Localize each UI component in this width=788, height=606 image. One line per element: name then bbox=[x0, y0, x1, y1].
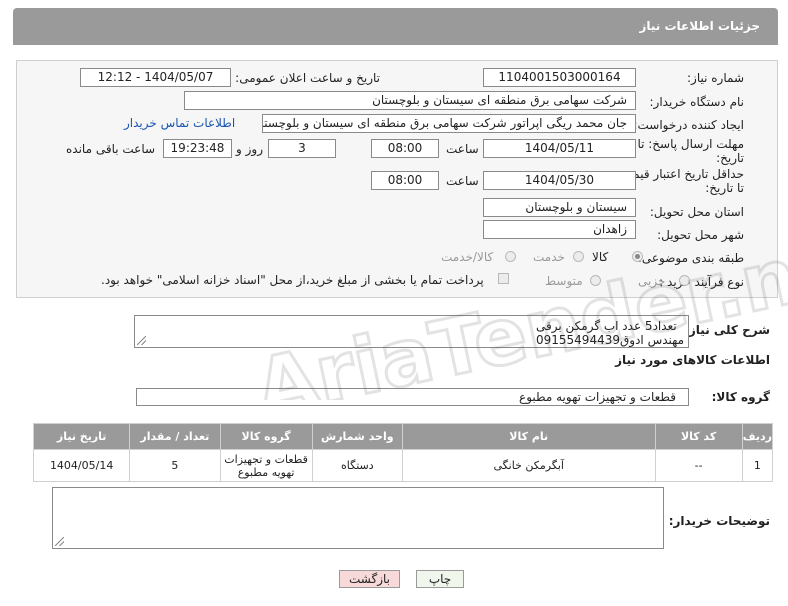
remaining-time-field: 19:23:48 bbox=[163, 139, 232, 158]
city-field: زاهدان bbox=[483, 220, 636, 239]
process-medium-label: متوسط bbox=[545, 274, 583, 288]
cell-qty: 5 bbox=[129, 449, 221, 482]
cell-row: 1 bbox=[741, 449, 774, 482]
category-label: طبقه بندی موضوعی: bbox=[637, 251, 744, 265]
days-label: روز و bbox=[236, 142, 263, 156]
creator-field: جان محمد ریگی اپراتور شرکت سهامی برق منط… bbox=[262, 114, 636, 133]
col-unit: واحد شمارش bbox=[311, 423, 403, 450]
description-line-2: مهندس ادوق09155494439 bbox=[536, 333, 685, 347]
goods-group-field: قطعات و تجهیزات تهویه مطبوع bbox=[136, 388, 689, 406]
category-goods-label: کالا bbox=[592, 250, 609, 264]
category-both-radio[interactable] bbox=[505, 251, 516, 262]
resize-handle-icon[interactable] bbox=[55, 537, 64, 546]
process-medium-radio[interactable] bbox=[590, 275, 601, 286]
process-type-label: نوع فرآیند خرید : bbox=[659, 275, 744, 289]
validity-date-label: تا تاریخ: bbox=[705, 181, 744, 195]
back-button[interactable]: بازگشت bbox=[339, 570, 400, 588]
validity-time-field: 08:00 bbox=[371, 171, 439, 190]
validity-label: حداقل تاریخ اعتبار قیمت: bbox=[617, 167, 744, 181]
print-button[interactable]: چاپ bbox=[416, 570, 464, 588]
process-partial-label: جزیی bbox=[638, 274, 666, 288]
description-box: تعداد5 عدد اب گرمکن برقی مهندس ادوق09155… bbox=[134, 315, 689, 348]
deadline-label: مهلت ارسال پاسخ: تا bbox=[637, 137, 744, 151]
need-number-field: 1104001503000164 bbox=[483, 68, 636, 87]
remaining-days-field: 3 bbox=[268, 139, 336, 158]
category-service-label: خدمت bbox=[533, 250, 565, 264]
page-header: جزئیات اطلاعات نیاز bbox=[13, 8, 778, 45]
col-group: گروه کالا bbox=[219, 423, 313, 450]
cell-group: قطعات و تجهیزات تهویه مطبوع bbox=[219, 449, 313, 482]
resize-handle-icon[interactable] bbox=[137, 336, 146, 345]
cell-group-line-1: قطعات و تجهیزات bbox=[224, 452, 308, 466]
remaining-time-label: ساعت باقی مانده bbox=[66, 142, 156, 156]
deadline-date-label: تاریخ: bbox=[716, 151, 744, 165]
page-title: جزئیات اطلاعات نیاز bbox=[639, 19, 760, 33]
need-number-label: شماره نیاز: bbox=[687, 71, 744, 85]
items-table: ردیف کد کالا نام کالا واحد شمارش گروه کا… bbox=[32, 423, 774, 482]
cell-group-line-2: تهویه مطبوع bbox=[237, 465, 295, 479]
table-header-row: ردیف کد کالا نام کالا واحد شمارش گروه کا… bbox=[32, 423, 774, 450]
description-line-1: تعداد5 عدد اب گرمکن برقی bbox=[536, 319, 677, 333]
creator-label: ایجاد کننده درخواست: bbox=[633, 118, 744, 132]
city-label: شهر محل تحویل: bbox=[657, 228, 744, 242]
province-label: استان محل تحویل: bbox=[649, 205, 744, 219]
process-partial-radio[interactable] bbox=[679, 275, 690, 286]
validity-date-field: 1404/05/30 bbox=[483, 171, 636, 190]
col-date: تاریخ نیاز bbox=[32, 423, 131, 450]
buyer-org-label: نام دستگاه خریدار: bbox=[649, 95, 745, 109]
col-row: ردیف bbox=[741, 423, 774, 450]
buyer-contact-link[interactable]: اطلاعات تماس خریدار bbox=[124, 116, 235, 130]
col-name: نام کالا bbox=[401, 423, 656, 450]
cell-date: 1404/05/14 bbox=[32, 449, 131, 482]
col-code: کد کالا bbox=[654, 423, 743, 450]
category-goods-radio[interactable] bbox=[632, 251, 643, 262]
col-qty: تعداد / مقدار bbox=[129, 423, 221, 450]
goods-section-title: اطلاعات کالاهای مورد نیاز bbox=[615, 353, 770, 367]
category-service-radio[interactable] bbox=[573, 251, 584, 262]
treasury-payment-note: پرداخت تمام یا بخشی از مبلغ خرید،از محل … bbox=[101, 273, 484, 287]
buyer-org-field: شرکت سهامی برق منطقه ای سیستان و بلوچستا… bbox=[184, 91, 636, 110]
table-row: 1 -- آبگرمکن خانگی دستگاه قطعات و تجهیزا… bbox=[32, 449, 774, 482]
buyer-notes-label: توضیحات خریدار: bbox=[668, 514, 770, 528]
treasury-payment-checkbox[interactable] bbox=[498, 273, 509, 284]
deadline-date-field: 1404/05/11 bbox=[483, 139, 636, 158]
announce-date-field: 1404/05/07 - 12:12 bbox=[80, 68, 231, 87]
cell-name: آبگرمکن خانگی bbox=[401, 449, 656, 482]
buyer-notes-box[interactable] bbox=[52, 487, 664, 549]
cell-code: -- bbox=[654, 449, 743, 482]
description-label: شرح کلی نیاز: bbox=[684, 323, 770, 337]
goods-group-label: گروه کالا: bbox=[711, 390, 770, 404]
province-field: سیستان و بلوچستان bbox=[483, 198, 636, 217]
deadline-time-field: 08:00 bbox=[371, 139, 439, 158]
cell-unit: دستگاه bbox=[311, 449, 403, 482]
validity-time-label: ساعت bbox=[446, 174, 479, 188]
deadline-time-label: ساعت bbox=[446, 142, 479, 156]
announce-date-label: تاریخ و ساعت اعلان عمومی: bbox=[235, 71, 380, 85]
category-both-label: کالا/خدمت bbox=[441, 250, 494, 264]
